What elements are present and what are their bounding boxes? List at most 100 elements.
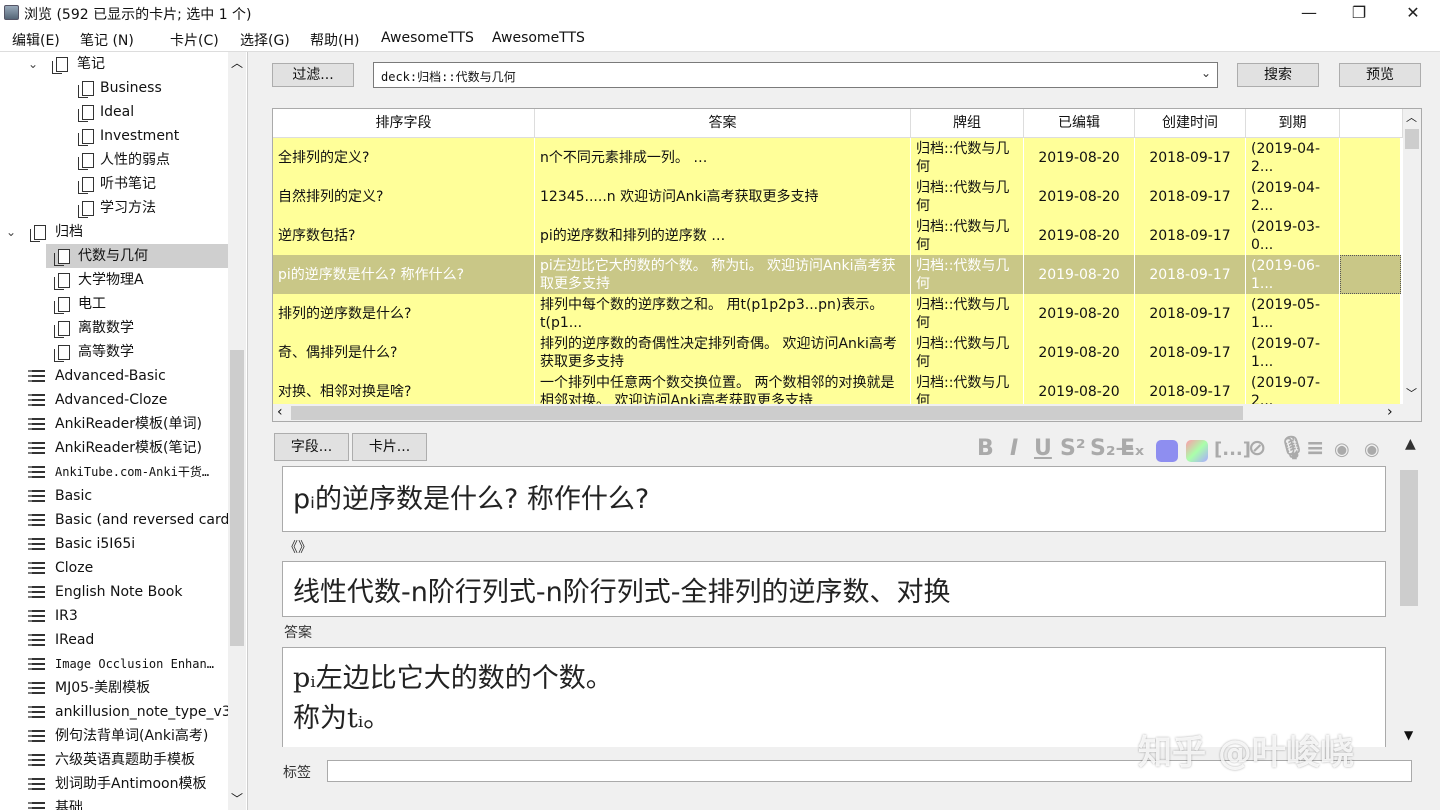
table-cell-deck: 归档::代数与几何: [911, 333, 1024, 372]
table-hscroll-thumb[interactable]: [291, 406, 1243, 420]
table-row[interactable]: pi的逆序数是什么? 称作什么? pi左边比它大的数的个数。 称为ti。 欢迎访问…: [273, 255, 1401, 294]
note-type-item[interactable]: Basic (and reversed card): [0, 508, 235, 532]
sidebar-item-physics[interactable]: 大学物理A: [0, 268, 228, 292]
sidebar-item-learning[interactable]: 学习方法: [0, 196, 228, 220]
underline-icon[interactable]: U: [1034, 436, 1052, 461]
note-type-item[interactable]: IR3: [0, 604, 228, 628]
record-icon[interactable]: 🎙: [1278, 436, 1306, 461]
filter-button[interactable]: 过滤...: [272, 63, 354, 87]
column-header-due[interactable]: 到期: [1246, 109, 1340, 138]
column-header-edited[interactable]: 已编辑: [1024, 109, 1135, 138]
search-button[interactable]: 搜索: [1237, 63, 1319, 87]
table-row[interactable]: 排列的逆序数是什么? 排列中每个数的逆序数之和。 用t(p1p2p3...pn)表…: [273, 294, 1401, 333]
menu-select[interactable]: 选择(G): [240, 30, 290, 50]
note-type-item[interactable]: Advanced-Basic: [0, 364, 228, 388]
note-type-item[interactable]: 例句法背单词(Anki高考): [0, 724, 228, 748]
front-field[interactable]: pᵢ的逆序数是什么? 称作什么?: [282, 466, 1386, 532]
sidebar-item-ideal[interactable]: Ideal: [0, 100, 228, 124]
scroll-up-icon[interactable]: ︿: [1406, 109, 1417, 125]
sidebar-label: 电工: [78, 296, 106, 312]
table-scroll-thumb[interactable]: [1405, 129, 1419, 149]
scroll-down-icon[interactable]: ﹀: [1406, 385, 1417, 401]
menu-awesometts-1[interactable]: AwesomeTTS: [381, 30, 474, 46]
cloze-icon[interactable]: [...]: [1214, 439, 1251, 460]
scroll-up-icon[interactable]: ︿: [231, 54, 243, 71]
note-type-item[interactable]: 六级英语真题助手模板: [0, 748, 228, 772]
note-type-item[interactable]: MJ05-美剧模板: [0, 676, 228, 700]
minimize-button[interactable]: —: [1286, 0, 1332, 26]
note-type-item[interactable]: Cloze: [0, 556, 228, 580]
column-header-created[interactable]: 创建时间: [1135, 109, 1246, 138]
collapse-icon[interactable]: ▲: [1405, 436, 1416, 452]
note-type-item[interactable]: Basic: [0, 484, 228, 508]
bold-icon[interactable]: B: [977, 436, 994, 461]
note-type-item[interactable]: Advanced-Cloze: [0, 388, 228, 412]
sidebar-label: IR3: [55, 608, 78, 624]
scroll-left-icon[interactable]: ‹: [277, 404, 283, 420]
sidebar-item-calculus[interactable]: 高等数学: [0, 340, 228, 364]
sidebar-item-business[interactable]: Business: [0, 76, 228, 100]
sound2-icon[interactable]: ◉: [1364, 439, 1380, 460]
note-type-item[interactable]: English Note Book: [0, 580, 228, 604]
subscript-icon[interactable]: S₂: [1090, 436, 1115, 461]
sidebar-item-audiobook[interactable]: 听书笔记: [0, 172, 228, 196]
scroll-down-icon[interactable]: ﹀: [231, 790, 243, 807]
chevron-down-icon[interactable]: ⌄: [1201, 66, 1211, 80]
table-row[interactable]: 逆序数包括? pi的逆序数和排列的逆序数 … 归档::代数与几何 2019-08-20…: [273, 216, 1401, 255]
table-row[interactable]: 奇、偶排列是什么? 排列的逆序数的奇偶性决定排列奇偶。 欢迎访问Anki高考获取更…: [273, 333, 1401, 372]
attach-icon[interactable]: ⊘: [1248, 436, 1266, 461]
note-type-item[interactable]: AnkiTube.com-Anki干货…: [0, 460, 228, 484]
table-horizontal-scrollbar[interactable]: ‹ ›: [273, 404, 1421, 421]
table-vertical-scrollbar[interactable]: ︿ ﹀: [1403, 109, 1421, 404]
scroll-down-icon[interactable]: ▼: [1404, 728, 1413, 742]
fields-button[interactable]: 字段...: [274, 433, 349, 461]
column-header-answer[interactable]: 答案: [535, 109, 911, 138]
highlight-icon[interactable]: [1186, 440, 1208, 462]
note-type-item[interactable]: 基础: [0, 796, 228, 810]
menu-edit[interactable]: 编辑(E): [12, 30, 60, 50]
editor-scroll-thumb[interactable]: [1400, 470, 1418, 606]
menu-help[interactable]: 帮助(H): [310, 30, 359, 50]
more-icon[interactable]: ≡: [1306, 436, 1324, 461]
note-type-item[interactable]: AnkiReader模板(笔记): [0, 436, 228, 460]
cards-button[interactable]: 卡片...: [352, 433, 427, 461]
note-type-item[interactable]: 划词助手Antimoon模板: [0, 772, 228, 796]
menu-cards[interactable]: 卡片(C): [170, 30, 219, 50]
search-input[interactable]: deck:归档::代数与几何 ⌄: [373, 62, 1218, 88]
chevron-down-icon[interactable]: ⌄: [28, 52, 38, 76]
superscript-icon[interactable]: S²: [1060, 436, 1085, 461]
note-type-item[interactable]: Basic i5I65i: [0, 532, 228, 556]
sidebar-item-investment[interactable]: Investment: [0, 124, 228, 148]
italic-icon[interactable]: I: [1010, 436, 1018, 461]
table-row[interactable]: 自然排列的定义? 12345.....n 欢迎访问Anki高考获取更多支持 归档::…: [273, 177, 1401, 216]
clear-format-icon[interactable]: E̶ₓ: [1120, 436, 1144, 461]
sidebar-group-archive[interactable]: ⌄ 归档: [0, 220, 228, 244]
preview-button[interactable]: 预览: [1339, 63, 1421, 87]
menu-notes[interactable]: 笔记 (N): [80, 30, 134, 50]
restore-button[interactable]: ❐: [1336, 0, 1382, 26]
sidebar-item-algebra[interactable]: 代数与几何: [46, 244, 228, 268]
sidebar-scroll-thumb[interactable]: [230, 350, 244, 646]
sidebar-item-weakness[interactable]: 人性的弱点: [0, 148, 228, 172]
sidebar-item-discrete[interactable]: 离散数学: [0, 316, 228, 340]
sidebar-label: Basic i5I65i: [55, 536, 136, 552]
note-type-item[interactable]: ankillusion_note_type_v3: [0, 700, 231, 724]
chevron-down-icon[interactable]: ⌄: [6, 220, 16, 244]
menu-awesometts-2[interactable]: AwesomeTTS: [492, 30, 585, 46]
table-row[interactable]: 全排列的定义? n个不同元素排成一列。 … 归档::代数与几何 2019-08-20 2…: [273, 138, 1401, 177]
scroll-right-icon[interactable]: ›: [1387, 404, 1393, 420]
note-type-item[interactable]: IRead: [0, 628, 228, 652]
table-cell-answer: 12345.....n 欢迎访问Anki高考获取更多支持: [535, 177, 911, 216]
sidebar-label: 划词助手Antimoon模板: [55, 776, 207, 792]
source-field[interactable]: 线性代数-n阶行列式-n阶行列式-全排列的逆序数、对换: [282, 561, 1386, 617]
text-color-icon[interactable]: [1156, 440, 1178, 462]
column-header-deck[interactable]: 牌组: [911, 109, 1024, 138]
note-type-item[interactable]: AnkiReader模板(单词): [0, 412, 228, 436]
sidebar-item-electrical[interactable]: 电工: [0, 292, 228, 316]
sidebar-label: 基础: [55, 800, 83, 810]
sidebar-group-notes[interactable]: ⌄ 笔记: [0, 52, 228, 76]
column-header-sort[interactable]: 排序字段: [273, 109, 535, 138]
close-button[interactable]: ✕: [1390, 0, 1436, 26]
note-type-item[interactable]: Image Occlusion Enhan…: [0, 652, 228, 676]
sound-icon[interactable]: ◉: [1334, 439, 1350, 460]
